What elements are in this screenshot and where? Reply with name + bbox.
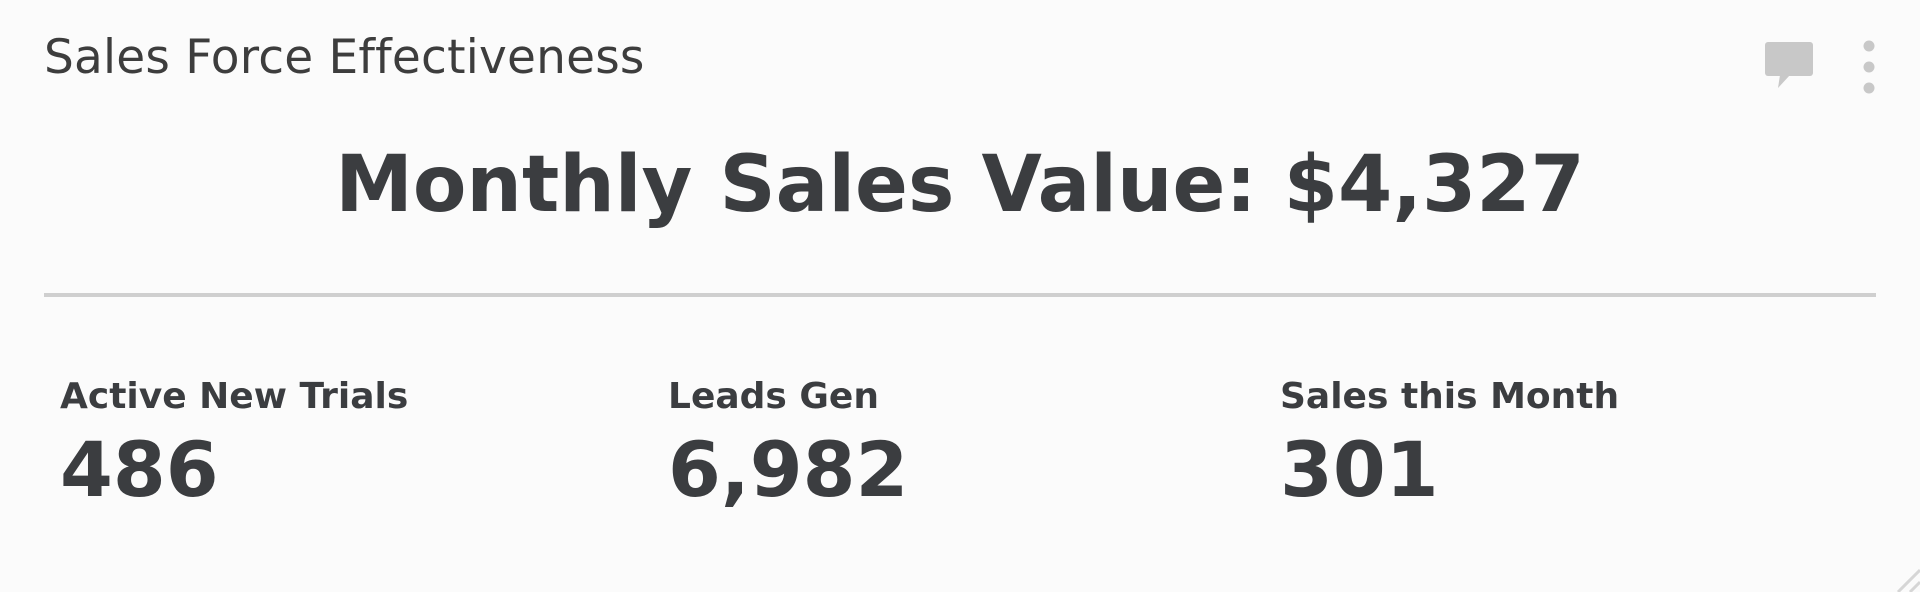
widget-title: Sales Force Effectiveness: [44, 30, 645, 85]
kpi-widget: Sales Force Effectiveness Monthly Sales …: [0, 0, 1920, 592]
metric-sales-this-month: Sales this Month 301: [1280, 375, 1619, 515]
metric-label: Sales this Month: [1280, 376, 1620, 417]
resize-handle-icon[interactable]: [1884, 556, 1920, 592]
widget-actions: [1764, 38, 1876, 98]
metric-active-new-trials: Active New Trials 486: [60, 375, 408, 515]
headline-value: Monthly Sales Value: $4,327: [335, 140, 1585, 230]
comment-icon[interactable]: [1764, 38, 1814, 94]
metric-leads-gen: Leads Gen 6,982: [668, 375, 908, 515]
metric-value: 6,982: [668, 425, 909, 514]
metric-value: 486: [60, 425, 219, 514]
divider: [44, 293, 1876, 297]
more-vertical-icon[interactable]: [1862, 38, 1876, 98]
metric-label: Active New Trials: [60, 376, 409, 417]
metric-label: Leads Gen: [668, 376, 879, 417]
metric-value: 301: [1280, 425, 1439, 514]
